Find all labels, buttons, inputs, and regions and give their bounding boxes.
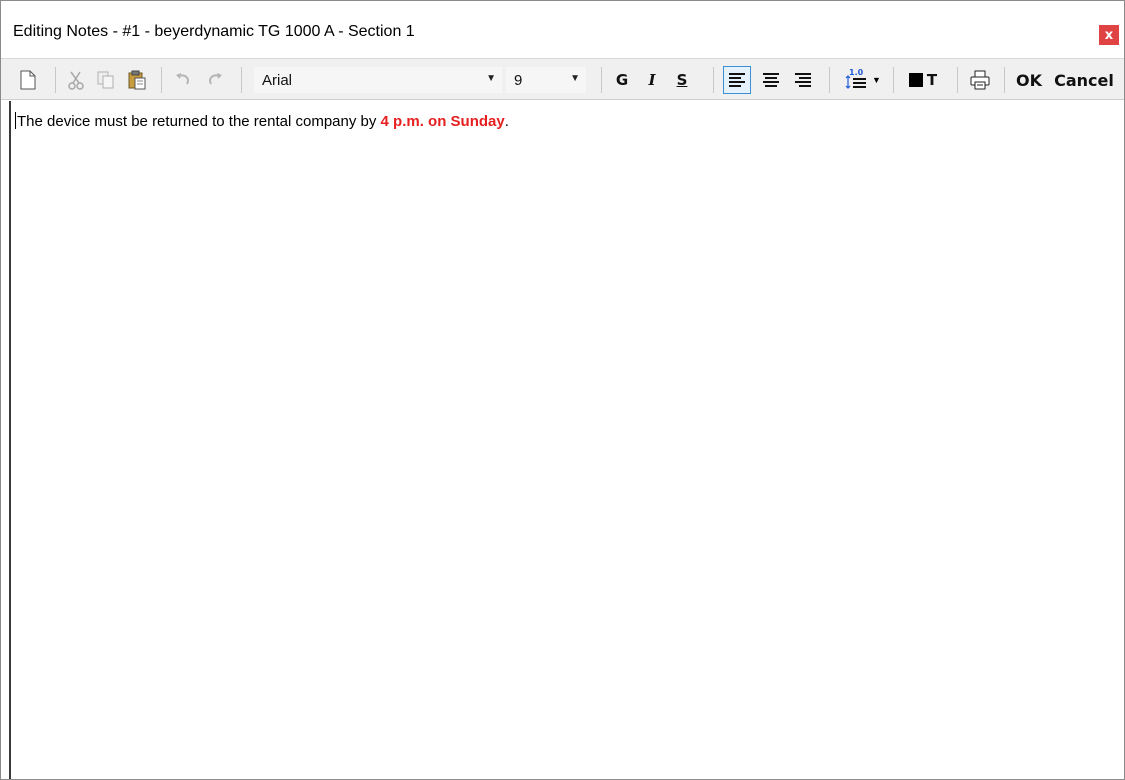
- chevron-down-icon: ▼: [872, 75, 881, 85]
- font-name-select[interactable]: Arial ▼: [254, 67, 502, 93]
- text-color-label: T: [926, 71, 938, 89]
- line-spacing-icon: 1.0: [845, 68, 867, 89]
- paste-icon: [128, 70, 146, 90]
- toolbar-separator: [161, 67, 162, 93]
- notes-editor[interactable]: The device must be returned to the renta…: [9, 101, 1124, 779]
- color-swatch-icon: [908, 73, 923, 87]
- window-title: Editing Notes - #1 - beyerdynamic TG 100…: [13, 23, 415, 40]
- editor-text-highlight: 4 p.m. on Sunday: [380, 113, 505, 130]
- toolbar-separator: [55, 67, 56, 93]
- editing-notes-window: Editing Notes - #1 - beyerdynamic TG 100…: [0, 0, 1125, 780]
- toolbar-separator: [829, 67, 830, 93]
- toolbar-separator: [1004, 67, 1005, 93]
- editor-text-normal: The device must be returned to the renta…: [17, 113, 381, 130]
- chevron-down-icon: ▼: [486, 73, 496, 84]
- copy-icon: [97, 71, 114, 89]
- printer-icon: [970, 70, 990, 90]
- toolbar-separator: [957, 67, 958, 93]
- italic-label: I: [648, 71, 656, 89]
- toolbar-separator: [241, 67, 242, 93]
- cancel-label: Cancel: [1054, 70, 1114, 90]
- copy-button[interactable]: [93, 66, 119, 94]
- font-name-value: Arial: [262, 72, 293, 89]
- chevron-down-icon: ▼: [570, 73, 580, 84]
- close-button[interactable]: x: [1099, 25, 1119, 45]
- align-center-button[interactable]: [757, 66, 785, 94]
- align-left-button[interactable]: [723, 66, 751, 94]
- strikeout-label: S: [676, 71, 688, 89]
- toolbar-separator: [713, 67, 714, 93]
- print-button[interactable]: [965, 66, 995, 94]
- align-right-icon: [795, 73, 811, 87]
- formatting-toolbar: Arial ▼ 9 ▼ G I S 1.0 ▼ T OK Cancel: [1, 58, 1124, 100]
- paste-button[interactable]: [123, 66, 151, 94]
- toolbar-separator: [601, 67, 602, 93]
- new-document-icon: [20, 70, 36, 90]
- font-size-value: 9: [514, 72, 523, 89]
- new-document-button[interactable]: [14, 66, 42, 94]
- scissors-icon: [68, 71, 84, 90]
- ok-label: OK: [1016, 70, 1042, 90]
- toolbar-separator: [893, 67, 894, 93]
- editor-content: The device must be returned to the renta…: [15, 112, 509, 130]
- align-center-icon: [763, 73, 779, 87]
- cut-button[interactable]: [63, 66, 89, 94]
- line-spacing-value: 1.0: [849, 68, 864, 77]
- ok-button[interactable]: OK: [1011, 66, 1047, 94]
- strikeout-button[interactable]: S: [669, 66, 695, 94]
- align-left-icon: [729, 73, 745, 87]
- title-bar: Editing Notes - #1 - beyerdynamic TG 100…: [1, 1, 1124, 58]
- text-caret: [15, 112, 16, 129]
- line-spacing-button[interactable]: 1.0 ▼: [837, 66, 887, 94]
- bold-button[interactable]: G: [609, 66, 635, 94]
- editor-text-end: .: [504, 113, 509, 130]
- text-color-button[interactable]: T: [900, 66, 946, 94]
- bold-label: G: [615, 71, 629, 89]
- align-right-button[interactable]: [789, 66, 817, 94]
- undo-icon: [176, 73, 189, 85]
- font-size-select[interactable]: 9 ▼: [506, 67, 586, 93]
- italic-button[interactable]: I: [639, 66, 665, 94]
- undo-button[interactable]: [169, 66, 197, 94]
- redo-button[interactable]: [201, 66, 229, 94]
- redo-icon: [209, 73, 222, 85]
- cancel-button[interactable]: Cancel: [1051, 66, 1117, 94]
